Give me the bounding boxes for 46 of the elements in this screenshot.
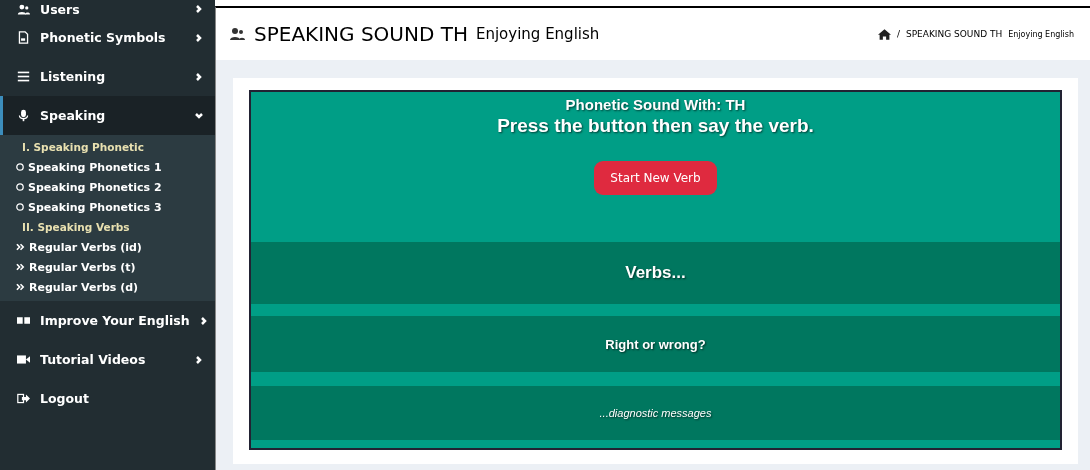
sidebar-item[interactable]: Phonetic Symbols: [0, 18, 215, 57]
circle-icon: [16, 203, 24, 211]
cards-icon: [17, 314, 30, 327]
sidebar-item[interactable]: Listening: [0, 57, 215, 96]
chevron-icon: [195, 72, 203, 81]
double-chevron-icon: [16, 283, 25, 291]
breadcrumb-separator: /: [896, 29, 900, 39]
chevron-icon: [195, 355, 203, 364]
start-new-verb-button[interactable]: Start New Verb: [594, 161, 717, 195]
sidebar-item[interactable]: Improve Your English: [0, 301, 215, 340]
double-chevron-icon: [16, 263, 25, 271]
submenu-heading: I. Speaking Phonetic: [22, 141, 144, 153]
sidebar-item[interactable]: Tutorial Videos: [0, 340, 215, 379]
result-display: Right or wrong?: [251, 316, 1060, 372]
submenu-item[interactable]: Regular Verbs (t): [29, 260, 136, 274]
microphone-icon: [17, 109, 30, 122]
submenu-heading: II. Speaking Verbs: [22, 221, 130, 233]
sidebar-item[interactable]: Speaking: [0, 96, 215, 135]
instruction-text: Press the button then say the verb.: [497, 115, 814, 137]
chevron-icon: [199, 316, 208, 325]
page-subtitle: Enjoying English: [475, 25, 600, 43]
diagnostics-display: ...diagnostic messages: [251, 386, 1060, 440]
home-icon[interactable]: [877, 28, 891, 40]
panel-heading: Phonetic Sound With: TH: [565, 96, 746, 113]
document-icon: [17, 31, 30, 44]
breadcrumb-title[interactable]: SPEAKING SOUND TH: [905, 29, 1003, 39]
double-chevron-icon: [16, 243, 25, 251]
circle-icon: [16, 183, 24, 191]
logout-icon: [17, 392, 30, 405]
users-icon: [228, 26, 246, 42]
submenu-item[interactable]: Speaking Phonetics 3: [28, 200, 162, 214]
verbs-display: Verbs...: [251, 242, 1060, 304]
sidebar-item[interactable]: Logout: [0, 379, 215, 418]
breadcrumb-subtitle: Enjoying English: [1008, 29, 1074, 39]
chevron-icon: [195, 5, 203, 13]
submenu-item[interactable]: Speaking Phonetics 1: [28, 160, 162, 174]
submenu-item[interactable]: Regular Verbs (d): [29, 280, 139, 294]
chevron-icon: [195, 33, 203, 42]
list-icon: [17, 70, 30, 83]
circle-icon: [16, 163, 24, 171]
video-icon: [17, 353, 30, 366]
submenu-item[interactable]: Speaking Phonetics 2: [28, 180, 162, 194]
users-icon: [17, 2, 30, 16]
page-title: SPEAKING SOUND TH: [254, 22, 468, 46]
submenu-item[interactable]: Regular Verbs (id): [29, 240, 142, 254]
sidebar-item[interactable]: Users: [0, 0, 215, 18]
